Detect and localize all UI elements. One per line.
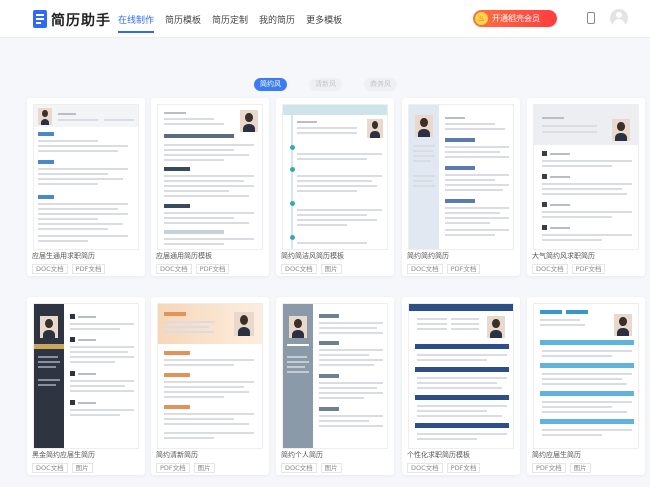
vip-button-label: 开通稻壳会员 bbox=[492, 14, 540, 23]
template-preview[interactable] bbox=[282, 303, 388, 449]
tag-doc[interactable]: DOC文档 bbox=[281, 264, 317, 274]
template-tags: DOC文档 PDF文档 bbox=[532, 264, 606, 274]
tag-doc[interactable]: DOC文档 bbox=[32, 463, 68, 473]
tag-pdf[interactable]: PDF文档 bbox=[446, 463, 481, 473]
template-preview[interactable] bbox=[408, 104, 514, 250]
template-title[interactable]: 应届通用简历模板 bbox=[156, 251, 212, 261]
template-preview[interactable] bbox=[33, 104, 139, 250]
template-card[interactable]: 简约应届生简历 PDF文档 图片 bbox=[527, 297, 645, 475]
nav-templates[interactable]: 简历模板 bbox=[165, 13, 201, 33]
nav-my-resume[interactable]: 我的简历 bbox=[259, 13, 295, 33]
tag-image[interactable]: 图片 bbox=[193, 463, 215, 473]
template-preview[interactable] bbox=[33, 303, 139, 449]
template-tags: DOC文档 PDF文档 bbox=[407, 264, 481, 274]
user-avatar-icon[interactable] bbox=[610, 9, 628, 27]
phone-icon[interactable] bbox=[587, 12, 595, 24]
tag-image[interactable]: 图片 bbox=[569, 463, 591, 473]
template-preview[interactable] bbox=[282, 104, 388, 250]
filter-simple[interactable]: 简约风 bbox=[254, 78, 287, 91]
flame-icon: ♨ bbox=[475, 12, 488, 25]
template-card[interactable]: 应届生通用求职简历 DOC文档 PDF文档 bbox=[27, 98, 145, 276]
template-tags: PDF文档 图片 bbox=[156, 463, 215, 473]
style-filter-tabs: 简约风 清新风 商务风 bbox=[254, 78, 397, 91]
template-title[interactable]: 简约简约简历 bbox=[407, 251, 449, 261]
template-tags: DOC文档 图片 bbox=[32, 463, 93, 473]
template-card[interactable]: 简约清新简历 PDF文档 图片 bbox=[151, 297, 269, 475]
filter-business[interactable]: 商务风 bbox=[364, 78, 397, 91]
template-title[interactable]: 应届生通用求职简历 bbox=[32, 251, 95, 261]
tag-image[interactable]: 图片 bbox=[320, 463, 342, 473]
template-title[interactable]: 黑金简约应届生简历 bbox=[32, 450, 95, 460]
template-card[interactable]: 简约简洁风简历模板 DOC文档 图片 bbox=[276, 98, 394, 276]
tag-doc[interactable]: DOC文档 bbox=[407, 463, 443, 473]
tag-doc[interactable]: DOC文档 bbox=[32, 264, 68, 274]
tag-doc[interactable]: DOC文档 bbox=[281, 463, 317, 473]
tag-doc[interactable]: DOC文档 bbox=[407, 264, 443, 274]
template-preview[interactable] bbox=[533, 303, 639, 449]
template-tags: DOC文档 图片 bbox=[281, 463, 342, 473]
template-card[interactable]: 大气简约风求职简历 DOC文档 PDF文档 bbox=[527, 98, 645, 276]
template-card[interactable]: 黑金简约应届生简历 DOC文档 图片 bbox=[27, 297, 145, 475]
template-tags: DOC文档 PDF文档 bbox=[407, 463, 481, 473]
template-title[interactable]: 个性化求职简历模板 bbox=[407, 450, 470, 460]
tag-doc[interactable]: DOC文档 bbox=[156, 264, 192, 274]
template-tags: DOC文档 图片 bbox=[281, 264, 342, 274]
template-title[interactable]: 简约清新简历 bbox=[156, 450, 198, 460]
template-card[interactable]: 简约简约简历 DOC文档 PDF文档 bbox=[402, 98, 520, 276]
app-name[interactable]: 简历助手 bbox=[51, 10, 111, 30]
vip-button[interactable]: ♨ 开通稻壳会员 bbox=[473, 10, 557, 27]
template-title[interactable]: 简约简洁风简历模板 bbox=[281, 251, 344, 261]
top-header: 简历助手 在线制作 简历模板 简历定制 我的简历 更多模板 ♨ 开通稻壳会员 bbox=[0, 0, 650, 38]
template-title[interactable]: 简约个人简历 bbox=[281, 450, 323, 460]
template-preview[interactable] bbox=[157, 104, 263, 250]
template-preview[interactable] bbox=[157, 303, 263, 449]
template-tags: DOC文档 PDF文档 bbox=[156, 264, 230, 274]
template-tags: PDF文档 图片 bbox=[532, 463, 591, 473]
nav-online-create[interactable]: 在线制作 bbox=[118, 13, 155, 33]
tag-image[interactable]: 图片 bbox=[320, 264, 342, 274]
tag-pdf[interactable]: PDF文档 bbox=[195, 264, 230, 274]
logo-icon[interactable] bbox=[33, 10, 47, 28]
template-preview[interactable] bbox=[533, 104, 639, 250]
template-card[interactable]: 简约个人简历 DOC文档 图片 bbox=[276, 297, 394, 475]
template-preview[interactable] bbox=[408, 303, 514, 449]
filter-fresh[interactable]: 清新风 bbox=[309, 78, 342, 91]
tag-doc[interactable]: DOC文档 bbox=[532, 264, 568, 274]
template-title[interactable]: 简约应届生简历 bbox=[532, 450, 581, 460]
tag-image[interactable]: 图片 bbox=[71, 463, 93, 473]
template-card[interactable]: 个性化求职简历模板 DOC文档 PDF文档 bbox=[402, 297, 520, 475]
main-nav: 在线制作 简历模板 简历定制 我的简历 更多模板 bbox=[118, 13, 342, 33]
tag-pdf[interactable]: PDF文档 bbox=[156, 463, 190, 473]
tag-pdf[interactable]: PDF文档 bbox=[71, 264, 106, 274]
template-title[interactable]: 大气简约风求职简历 bbox=[532, 251, 595, 261]
nav-custom[interactable]: 简历定制 bbox=[212, 13, 248, 33]
template-tags: DOC文档 PDF文档 bbox=[32, 264, 106, 274]
template-card[interactable]: 应届通用简历模板 DOC文档 PDF文档 bbox=[151, 98, 269, 276]
tag-pdf[interactable]: PDF文档 bbox=[571, 264, 606, 274]
nav-more-templates[interactable]: 更多模板 bbox=[306, 13, 342, 33]
tag-pdf[interactable]: PDF文档 bbox=[446, 264, 481, 274]
tag-pdf[interactable]: PDF文档 bbox=[532, 463, 566, 473]
